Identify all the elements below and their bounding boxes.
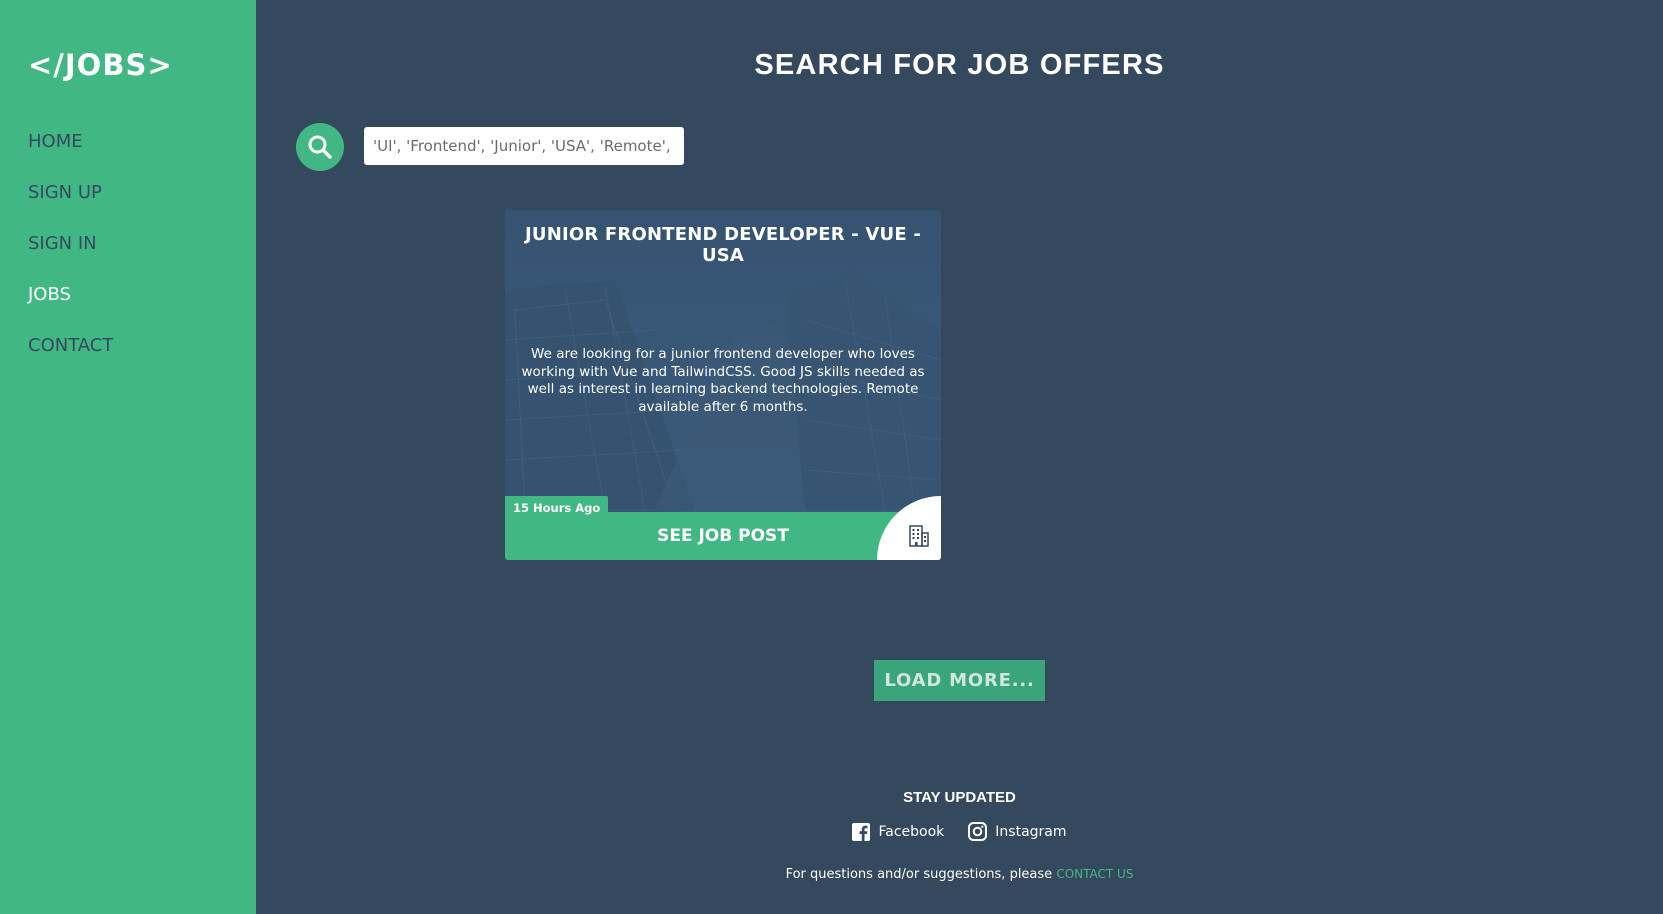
- instagram-link[interactable]: Instagram: [968, 822, 1067, 841]
- search-button[interactable]: [296, 123, 344, 171]
- nav-item-home[interactable]: HOME: [28, 131, 113, 182]
- main-nav: HOME SIGN UP SIGN IN JOBS CONTACT: [28, 131, 113, 386]
- contact-us-link[interactable]: CONTACT US: [1056, 867, 1133, 881]
- footer-note: For questions and/or suggestions, please…: [256, 867, 1663, 882]
- nav-item-sign-in[interactable]: SIGN IN: [28, 233, 113, 284]
- job-description: We are looking for a junior frontend dev…: [521, 346, 925, 415]
- facebook-link[interactable]: Facebook: [852, 822, 944, 841]
- instagram-label: Instagram: [995, 823, 1067, 840]
- site-logo[interactable]: </JOBS>: [28, 48, 173, 82]
- footer-note-text: For questions and/or suggestions, please: [785, 867, 1053, 882]
- nav-item-contact[interactable]: CONTACT: [28, 335, 113, 386]
- search-icon: [308, 135, 332, 159]
- nav-item-jobs[interactable]: JOBS: [28, 284, 113, 335]
- stay-updated-heading: STAY UPDATED: [903, 789, 1016, 806]
- facebook-label: Facebook: [878, 823, 945, 840]
- posted-time-badge: 15 Hours Ago: [505, 496, 609, 520]
- search-input[interactable]: [364, 127, 684, 165]
- instagram-icon: [968, 822, 988, 841]
- building-icon: [909, 525, 929, 547]
- nav-item-sign-up[interactable]: SIGN UP: [28, 182, 113, 233]
- page-title: SEARCH FOR JOB OFFERS: [754, 49, 1165, 81]
- facebook-icon: [852, 822, 871, 841]
- main-content: SEARCH FOR JOB OFFERS 'UI', 'Frontend', …: [256, 0, 1663, 914]
- social-links: Facebook Instagram: [256, 822, 1663, 841]
- sidebar: </JOBS> HOME SIGN UP SIGN IN JOBS CONTAC…: [0, 0, 256, 914]
- load-more-button[interactable]: LOAD MORE...: [874, 660, 1045, 701]
- job-title[interactable]: JUNIOR FRONTEND DEVELOPER - VUE - USA: [505, 224, 941, 266]
- job-card: JUNIOR FRONTEND DEVELOPER - VUE - USA We…: [505, 210, 941, 560]
